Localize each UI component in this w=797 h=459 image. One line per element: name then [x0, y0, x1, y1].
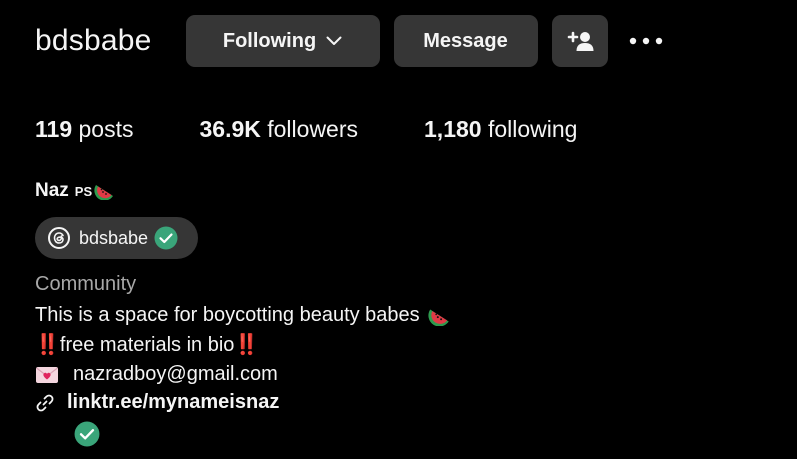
profile-username: bdsbabe	[35, 24, 152, 57]
following-label: following	[487, 116, 578, 142]
followers-label: followers	[267, 116, 359, 142]
threads-badge[interactable]: bdsbabe	[35, 217, 198, 259]
verified-check-icon	[74, 421, 100, 447]
following-count: 1,180	[424, 116, 482, 142]
more-options-button[interactable]	[626, 15, 666, 67]
watermelon-icon	[94, 182, 116, 200]
message-button-label: Message	[423, 29, 508, 52]
profile-category: Community	[35, 273, 137, 295]
full-name-text: Naz	[35, 180, 69, 201]
bio-line-2-text: ‼️free materials in bio‼️	[35, 333, 260, 356]
posts-label: posts	[78, 116, 134, 142]
bio-line-1: This is a space for boycotting beauty ba…	[35, 301, 452, 331]
bio-line-2: ‼️free materials in bio‼️	[35, 331, 452, 361]
profile-stats: 119 posts 36.9K followers 1,180 followin…	[35, 116, 643, 143]
bio-email-line: nazradboy@gmail.com	[35, 360, 452, 390]
following-button-label: Following	[222, 29, 317, 52]
following-stat[interactable]: 1,180 following	[424, 116, 577, 143]
watermelon-icon	[428, 306, 452, 326]
add-user-icon	[566, 30, 594, 52]
external-link[interactable]: linktr.ee/mynameisnaz	[35, 391, 279, 414]
profile-header: bdsbabe Following Message	[35, 15, 666, 67]
add-user-button[interactable]	[551, 15, 608, 67]
followers-stat[interactable]: 36.9K followers	[199, 116, 358, 143]
external-link-text: linktr.ee/mynameisnaz	[67, 391, 280, 413]
more-options-icon	[629, 37, 663, 45]
posts-count: 119	[35, 116, 73, 142]
link-icon	[35, 393, 55, 413]
chevron-down-icon	[326, 36, 342, 46]
threads-icon	[47, 226, 71, 250]
posts-stat: 119 posts	[35, 116, 133, 143]
following-button[interactable]: Following	[185, 15, 380, 67]
threads-handle: bdsbabe	[79, 227, 149, 248]
profile-full-name: Naz PS	[35, 180, 116, 202]
followers-count: 36.9K	[199, 116, 261, 142]
bio-line-1-text: This is a space for boycotting beauty ba…	[35, 304, 420, 326]
bio-email: nazradboy@gmail.com	[73, 363, 278, 385]
message-button[interactable]: Message	[393, 15, 538, 67]
name-suffix: PS	[74, 183, 93, 199]
love-letter-icon	[35, 366, 59, 384]
verified-check-icon	[154, 226, 178, 250]
profile-bio: This is a space for boycotting beauty ba…	[35, 301, 452, 390]
